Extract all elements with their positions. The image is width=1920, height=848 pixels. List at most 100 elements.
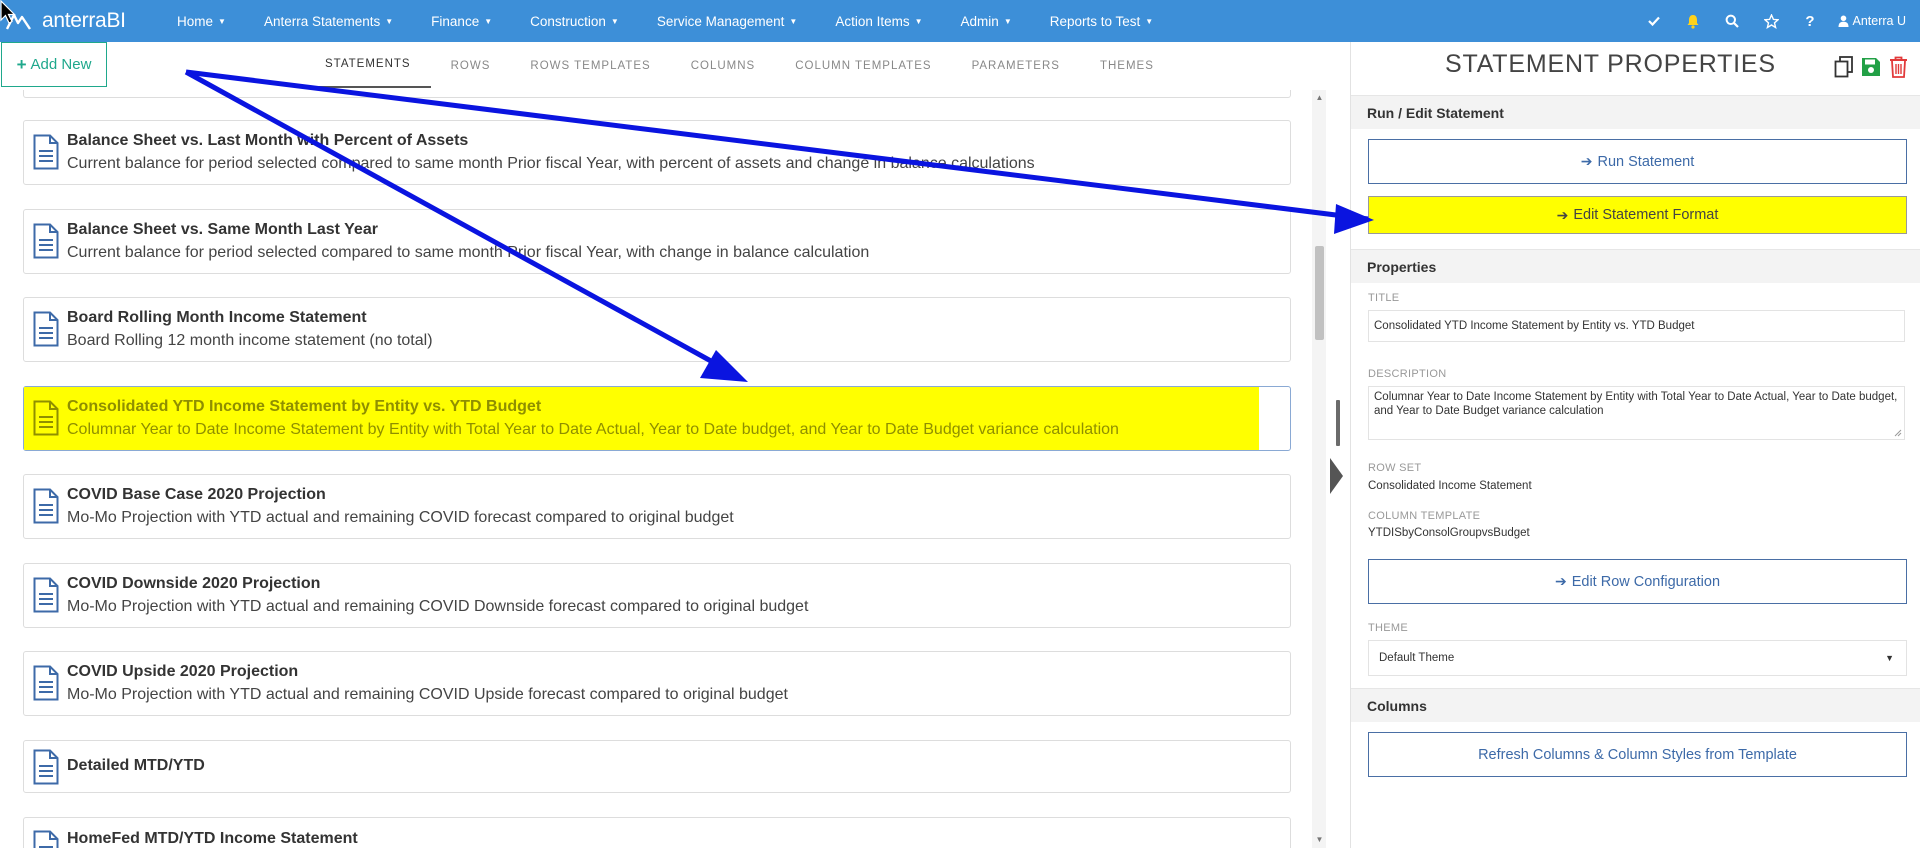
scrollbar-thumb[interactable] [1315, 246, 1324, 340]
delete-icon[interactable] [1887, 54, 1909, 80]
anterra-logo-icon [5, 13, 31, 30]
bell-icon[interactable] [1674, 0, 1713, 42]
menu-action-items[interactable]: Action Items ▼ [816, 0, 941, 42]
statement-title: Balance Sheet vs. Last Month with Percen… [67, 132, 469, 149]
caret-down-icon: ▼ [218, 16, 226, 26]
button-label: Edit Statement Format [1573, 207, 1719, 223]
document-icon [33, 830, 59, 848]
edit-statement-format-button[interactable]: ➔ Edit Statement Format [1368, 196, 1907, 234]
statement-title: COVID Base Case 2020 Projection [67, 486, 326, 503]
tab-rows-templates[interactable]: ROWS TEMPLATES [510, 42, 670, 90]
menu-anterra-statements[interactable]: Anterra Statements ▼ [245, 0, 412, 42]
tab-column-templates[interactable]: COLUMN TEMPLATES [775, 42, 951, 90]
button-label: Run Statement [1597, 153, 1695, 170]
scroll-up-arrow-icon[interactable]: ▲ [1315, 93, 1324, 103]
statement-title: Detailed MTD/YTD [67, 757, 205, 774]
statement-card[interactable]: Balance Sheet vs. Same Month Last Year C… [23, 209, 1291, 274]
title-input[interactable]: Consolidated YTD Income Statement by Ent… [1368, 310, 1905, 342]
section-tabs: STATEMENTS ROWS ROWS TEMPLATES COLUMNS C… [305, 42, 1174, 90]
resize-grip-icon[interactable] [1894, 429, 1902, 437]
menu-label: Reports to Test [1049, 13, 1141, 29]
document-icon [33, 488, 59, 524]
menu-service-management[interactable]: Service Management ▼ [638, 0, 817, 42]
menu-label: Anterra Statements [263, 13, 381, 29]
statement-title: HomeFed MTD/YTD Income Statement [67, 830, 358, 847]
statement-card-selected[interactable]: Consolidated YTD Income Statement by Ent… [23, 386, 1291, 451]
document-icon [33, 665, 59, 701]
column-template-label: COLUMN TEMPLATE [1368, 510, 1481, 522]
document-icon [33, 400, 59, 436]
tab-rows[interactable]: ROWS [431, 42, 511, 90]
refresh-columns-button[interactable]: Refresh Columns & Column Styles from Tem… [1368, 732, 1907, 777]
tab-columns[interactable]: COLUMNS [671, 42, 776, 90]
top-navbar: anterraBI Home ▼ Anterra Statements ▼ Fina… [0, 0, 1920, 42]
statement-description: Board Rolling 12 month income statement … [67, 332, 433, 349]
scroll-down-arrow-icon[interactable]: ▼ [1315, 835, 1324, 845]
statement-title: Consolidated YTD Income Statement by Ent… [67, 398, 542, 415]
help-icon[interactable]: ? [1791, 0, 1830, 42]
menu-finance[interactable]: Finance ▼ [412, 0, 511, 42]
menu-reports-to-test[interactable]: Reports to Test ▼ [1031, 0, 1172, 42]
menu-home[interactable]: Home ▼ [158, 0, 245, 42]
brand[interactable]: anterraBI [0, 0, 158, 42]
statement-card[interactable]: COVID Downside 2020 Projection Mo-Mo Pro… [23, 563, 1291, 628]
statement-description: Mo-Mo Projection with YTD actual and rem… [67, 509, 734, 526]
statement-card[interactable]: HomeFed MTD/YTD Income Statement [23, 817, 1291, 848]
highlight-overlay [24, 387, 1259, 450]
statement-card[interactable]: Detailed MTD/YTD [23, 740, 1291, 793]
arrow-right-icon: ➔ [1554, 573, 1567, 589]
theme-select[interactable]: Default Theme ▼ [1368, 640, 1907, 676]
statement-card[interactable]: COVID Upside 2020 Projection Mo-Mo Proje… [23, 651, 1291, 716]
row-set-label: ROW SET [1368, 462, 1422, 474]
check-icon[interactable] [1635, 0, 1674, 42]
tab-themes[interactable]: THEMES [1080, 42, 1174, 90]
menu-admin[interactable]: Admin ▼ [942, 0, 1031, 42]
statement-description: Mo-Mo Projection with YTD actual and rem… [67, 598, 809, 615]
menu-construction[interactable]: Construction ▼ [511, 0, 638, 42]
tab-parameters[interactable]: PARAMETERS [952, 42, 1080, 90]
document-icon [33, 134, 59, 170]
statement-description: Current balance for period selected comp… [67, 155, 1035, 172]
statement-card[interactable]: COVID Base Case 2020 Projection Mo-Mo Pr… [23, 474, 1291, 539]
panel-tools [1833, 54, 1909, 80]
add-new-button[interactable]: + Add New [1, 42, 107, 87]
section-run-edit: Run / Edit Statement [1351, 95, 1920, 129]
user-name: Anterra U [1852, 14, 1907, 28]
menu-label: Home [177, 13, 214, 29]
theme-label: THEME [1368, 622, 1408, 634]
description-textarea[interactable]: Columnar Year to Date Income Statement b… [1368, 386, 1905, 440]
statement-card[interactable]: Board Rolling Month Income Statement Boa… [23, 297, 1291, 362]
app-root: anterraBI Home ▼ Anterra Statements ▼ Fina… [0, 0, 1920, 848]
save-icon[interactable] [1860, 54, 1882, 80]
brand-name: anterraBI [42, 9, 126, 32]
statement-description: Mo-Mo Projection with YTD actual and rem… [67, 686, 788, 703]
menu-label: Construction [530, 13, 606, 29]
statement-description: Current balance for period selected comp… [67, 244, 870, 261]
panel-splitter-handle[interactable] [1336, 400, 1340, 446]
menu-label: Action Items [835, 13, 910, 29]
edit-row-configuration-button[interactable]: ➔ Edit Row Configuration [1368, 559, 1907, 604]
column-template-value: YTDISbyConsolGroupvsBudget [1368, 527, 1530, 539]
arrow-right-icon: ➔ [1580, 153, 1593, 169]
copy-icon[interactable] [1833, 54, 1855, 80]
button-label: Edit Row Configuration [1571, 573, 1721, 590]
section-columns: Columns [1351, 688, 1920, 722]
search-icon[interactable] [1713, 0, 1752, 42]
dropdown-arrow-icon: ▼ [1885, 653, 1894, 663]
tab-statements[interactable]: STATEMENTS [305, 42, 431, 88]
star-icon[interactable] [1752, 0, 1791, 42]
collapse-panel-arrow-icon[interactable] [1330, 458, 1343, 494]
caret-down-icon: ▼ [789, 16, 798, 26]
add-new-label: Add New [30, 56, 92, 73]
document-icon [33, 223, 59, 259]
run-statement-button[interactable]: ➔ Run Statement [1368, 139, 1907, 184]
statement-card[interactable]: Balance Sheet vs. Last Month with Percen… [23, 120, 1291, 185]
statement-title: Balance Sheet vs. Same Month Last Year [67, 221, 378, 238]
panel-title: STATEMENT PROPERTIES [1445, 50, 1776, 78]
statement-properties-panel: STATEMENT PROPERTIES Run / Edit Statemen… [1350, 42, 1920, 848]
sub-toolbar: + Add New STATEMENTS ROWS ROWS TEMPLATES… [0, 42, 1350, 90]
title-label: TITLE [1368, 292, 1400, 304]
caret-down-icon: ▼ [385, 16, 394, 26]
user-menu[interactable]: Anterra U [1830, 0, 1920, 42]
list-scrollbar[interactable] [1312, 90, 1326, 848]
